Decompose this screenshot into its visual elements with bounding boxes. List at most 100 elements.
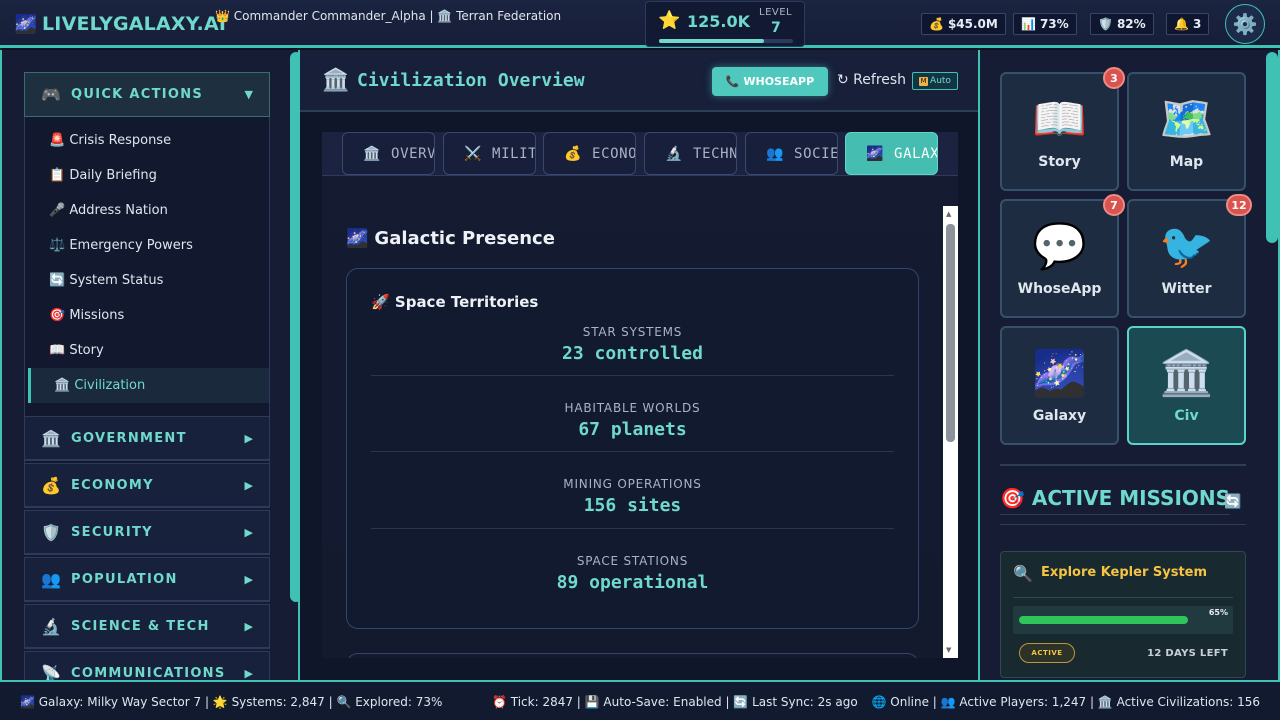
chevron-right-icon: ▶	[244, 619, 253, 633]
tab-society[interactable]: 👥 SOCIETY	[745, 132, 838, 175]
content-scrollbar[interactable]: ▲ ▼	[943, 206, 958, 658]
scroll-down-icon[interactable]: ▼	[946, 646, 951, 654]
whoseapp-button[interactable]: 📞 WHOSEAPP	[712, 67, 828, 96]
tab-label: OVERVIEW	[391, 145, 434, 162]
book-icon: 📖	[1032, 94, 1087, 145]
sidebar-item-address-nation[interactable]: 🎤 Address Nation	[25, 193, 269, 228]
sidebar-item-crisis-response[interactable]: 🚨 Crisis Response	[25, 123, 269, 158]
sidebar-item-story[interactable]: 📖 Story	[25, 333, 269, 368]
chevron-right-icon: ▶	[244, 478, 253, 492]
sidebar-item-system-status[interactable]: 🔄 System Status	[25, 263, 269, 298]
satellite-icon: 📡	[41, 663, 61, 681]
mission-title: Explore Kepler System	[1041, 565, 1208, 580]
app-label: WhoseApp	[1017, 281, 1102, 297]
chevron-right-icon: ▶	[244, 572, 253, 586]
people-icon: 👥	[41, 569, 61, 589]
stat-label: STAR SYSTEMS	[582, 325, 683, 339]
sidebar-section-security[interactable]: 🛡️ SECURITY ▶	[24, 510, 270, 555]
sidebar-item-emergency-powers[interactable]: ⚖️ Emergency Powers	[25, 228, 269, 263]
tab-military[interactable]: ⚔️ MILITARY	[443, 132, 536, 175]
bird-icon: 🐦	[1159, 221, 1214, 272]
sidebar-section-communications[interactable]: 📡 COMMUNICATIONS ▶	[24, 651, 270, 680]
stat-label: HABITABLE WORLDS	[564, 401, 701, 415]
approval-stat[interactable]: 📊 73%	[1013, 13, 1077, 35]
notification-badge: 3	[1103, 67, 1125, 89]
stat-space-stations: SPACE STATIONS 89 operational	[371, 554, 894, 593]
sidebar-section-science-tech[interactable]: 🔬 SCIENCE & TECH ▶	[24, 604, 270, 649]
page-title: Civilization Overview	[357, 70, 585, 91]
gear-icon: ⚙️	[1232, 12, 1258, 36]
app-label: Galaxy	[1032, 408, 1087, 424]
shield-icon: 🛡️	[41, 522, 61, 542]
refresh-button[interactable]: ↻ Refresh	[837, 72, 906, 88]
section-label: POPULATION	[71, 571, 178, 587]
level-value: 7	[771, 20, 781, 36]
sidebar-section-economy[interactable]: 💰 ECONOMY ▶	[24, 463, 270, 508]
money-bag-icon: 💰	[564, 145, 583, 162]
money-bag-icon: 💰	[929, 17, 944, 31]
microscope-icon: 🔬	[665, 145, 684, 162]
scrollbar-thumb[interactable]	[946, 224, 955, 442]
mission-progress-bar: 65%	[1013, 606, 1233, 634]
tab-economy[interactable]: 💰 ECONOMY	[543, 132, 636, 175]
scroll-up-icon[interactable]: ▲	[946, 210, 951, 218]
app-witter[interactable]: 🐦 Witter	[1127, 199, 1246, 318]
app-label: Map	[1169, 154, 1204, 170]
sidebar-item-daily-briefing[interactable]: 📋 Daily Briefing	[25, 158, 269, 193]
notification-badge: 7	[1103, 194, 1125, 216]
app-map[interactable]: 🗺️ Map	[1127, 72, 1246, 191]
tab-technology[interactable]: 🔬 TECHNOLOGY	[644, 132, 737, 175]
treasury-stat[interactable]: 💰 $45.0M	[921, 13, 1006, 35]
app-label: Civ	[1174, 408, 1199, 424]
stat-value: 89 operational	[556, 572, 709, 593]
chevron-right-icon: ▶	[244, 525, 253, 539]
approval-value: 73%	[1039, 17, 1069, 31]
section-label: GOVERNMENT	[71, 430, 187, 446]
logo-text: LIVELYGALAXY.AI	[42, 13, 227, 35]
active-missions-title: 🎯 ACTIVE MISSIONS	[1000, 486, 1231, 515]
logo[interactable]: 🌌 LIVELYGALAXY.AI	[14, 12, 226, 36]
money-bag-icon: 💰	[41, 475, 61, 495]
settings-button[interactable]: ⚙️	[1225, 4, 1265, 44]
tab-label: ECONOMY	[592, 145, 636, 162]
tab-overview[interactable]: 🏛️ OVERVIEW	[342, 132, 435, 175]
auto-refresh-toggle[interactable]: M Auto	[912, 72, 958, 90]
app-label: Witter	[1161, 281, 1212, 297]
sidebar-section-population[interactable]: 👥 POPULATION ▶	[24, 557, 270, 602]
commander-info: 👑 Commander Commander_Alpha | 🏛️ Terran …	[215, 9, 562, 23]
sidebar-item-civilization[interactable]: 🏛️ Civilization	[28, 368, 269, 403]
security-stat[interactable]: 🛡️ 82%	[1090, 13, 1154, 35]
notification-badge: 12	[1226, 194, 1252, 216]
refresh-icon[interactable]: 🔄	[1224, 494, 1241, 510]
right-panel-scrollbar[interactable]	[1266, 52, 1278, 243]
app-civ[interactable]: 🏛️ Civ	[1127, 326, 1246, 445]
mission-card[interactable]: 🔍 Explore Kepler System 65% ACTIVE 12 DA…	[1000, 551, 1246, 678]
sidebar-item-missions[interactable]: 🎯 Missions	[25, 298, 269, 333]
app-galaxy[interactable]: 🌌 Galaxy	[1000, 326, 1119, 445]
stat-habitable-worlds: HABITABLE WORLDS 67 planets	[371, 401, 894, 440]
sidebar-scrollbar[interactable]	[290, 52, 298, 602]
sidebar-section-government[interactable]: 🏛️ GOVERNMENT ▶	[24, 416, 270, 461]
quick-actions-header[interactable]: 🎮 QUICK ACTIONS ▼	[24, 72, 270, 117]
tab-label: GALAXY	[894, 145, 937, 162]
notification-count: 3	[1192, 17, 1202, 31]
security-value: 82%	[1116, 17, 1146, 31]
chat-bubble-icon: 💬	[1032, 221, 1087, 272]
tab-galaxy[interactable]: 🌌 GALAXY	[845, 132, 938, 175]
galaxy-icon: 🌌	[1032, 348, 1087, 399]
stat-value: 156 sites	[583, 495, 682, 516]
chart-icon: 📊	[1021, 17, 1036, 31]
stat-value: 67 planets	[578, 419, 687, 440]
xp-progress-bar	[659, 39, 793, 43]
galaxy-icon: 🌌	[866, 145, 885, 162]
app-whoseapp[interactable]: 💬 WhoseApp	[1000, 199, 1119, 318]
section-title-text: Galactic Presence	[374, 228, 555, 249]
online-status: 🌐 Online | 👥 Active Players: 1,247 | 🏛️ …	[871, 695, 1260, 709]
bell-icon: 🔔	[1174, 17, 1189, 31]
chevron-right-icon: ▶	[244, 431, 253, 445]
xp-progress-fill	[659, 39, 764, 43]
toggle-indicator-icon: M	[919, 76, 929, 86]
tab-label: MILITARY	[492, 145, 535, 162]
notifications-button[interactable]: 🔔 3	[1166, 13, 1210, 35]
app-story[interactable]: 📖 Story	[1000, 72, 1119, 191]
